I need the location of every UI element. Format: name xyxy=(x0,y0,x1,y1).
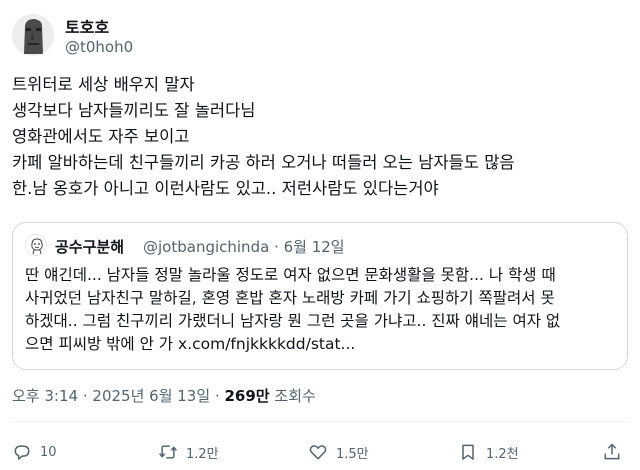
tweet-text: 트위터로 세상 배우지 말자 생각보다 남자들끼리도 잘 놀러다님 영화관에서도… xyxy=(12,72,628,202)
reply-icon xyxy=(14,445,30,460)
tweet-line: 생각보다 남자들끼리도 잘 놀러다님 xyxy=(12,101,256,120)
doodle-avatar-icon xyxy=(26,235,46,255)
quoted-handle-date: @jotbangichinda · 6월 12일 xyxy=(143,238,345,256)
share-icon xyxy=(604,443,620,460)
tweet-line: 영화관에서도 자주 보이고 xyxy=(12,127,190,146)
heart-icon xyxy=(309,445,327,460)
quoted-line-text: 으면 피씨방 밖에 안 가 xyxy=(25,335,174,353)
action-bar: 10 1.2만 1.5만 1.2천 xyxy=(12,438,628,466)
moai-icon xyxy=(12,14,54,56)
tweet-date[interactable]: 2025년 6월 13일 xyxy=(92,387,210,405)
separator-dot: · xyxy=(214,387,220,405)
retweet-count: 1.2만 xyxy=(186,446,219,462)
quoted-tweet-header: 공수구분해 @jotbangichinda · 6월 12일 xyxy=(25,234,615,256)
user-handle[interactable]: @t0hoh0 xyxy=(65,38,133,56)
tweet-line: 트위터로 세상 배우지 말자 xyxy=(12,75,195,94)
display-name[interactable]: 토호호 xyxy=(65,14,109,38)
quoted-tweet-text: 딴 얘긴데... 남자들 정말 놀라울 정도로 여자 없으면 문화생활을 못함.… xyxy=(25,264,619,356)
like-count: 1.5만 xyxy=(336,446,369,462)
reply-count: 10 xyxy=(40,444,57,460)
reply-button[interactable]: 10 xyxy=(12,438,57,466)
quoted-avatar xyxy=(25,234,47,256)
separator-dot: · xyxy=(82,387,88,405)
bookmark-button[interactable]: 1.2천 xyxy=(458,438,519,466)
like-button[interactable]: 1.5만 xyxy=(308,438,369,466)
views-label: 조회수 xyxy=(274,387,316,405)
quoted-line: 으면 피씨방 밖에 안 가 x.com/fnjkkkkdd/stat... xyxy=(25,333,619,356)
avatar[interactable] xyxy=(12,14,54,56)
bookmark-count: 1.2천 xyxy=(486,446,519,462)
bookmark-icon xyxy=(462,444,474,460)
quoted-line: 하겠대.. 그럼 친구끼리 가랬더니 남자랑 뭔 그런 곳을 가냐고.. 진짜 … xyxy=(25,312,561,330)
quoted-display-name: 공수구분해 xyxy=(55,238,125,256)
quoted-link[interactable]: x.com/fnjkkkkdd/stat... xyxy=(178,335,355,353)
tweet-header: 토호호 @t0hoh0 xyxy=(12,12,628,60)
retweet-button[interactable]: 1.2만 xyxy=(158,438,219,466)
share-button[interactable] xyxy=(602,438,622,466)
views-count: 269만 xyxy=(224,387,270,405)
tweet-meta: 오후 3:14 · 2025년 6월 13일 · 269만 조회수 xyxy=(12,385,316,406)
tweet-line: 한.남 옹호가 아니고 이런사람도 있고.. 저런사람도 있다는거야 xyxy=(12,179,439,198)
retweet-icon xyxy=(159,445,177,459)
quoted-line: 딴 얘긴데... 남자들 정말 놀라울 정도로 여자 없으면 문화생활을 못함.… xyxy=(25,266,556,284)
tweet-line: 카페 알바하는데 친구들끼리 카공 하러 오거나 떠들러 오는 남자들도 많음 xyxy=(12,153,515,172)
tweet-time[interactable]: 오후 3:14 xyxy=(12,387,78,405)
quoted-line: 사귀었던 남자친구 말하길, 혼영 혼밥 혼자 노래방 카페 가기 쇼핑하기 쪽… xyxy=(25,289,555,307)
quoted-tweet[interactable]: 공수구분해 @jotbangichinda · 6월 12일 딴 얘긴데... … xyxy=(12,222,628,370)
divider xyxy=(12,421,628,422)
